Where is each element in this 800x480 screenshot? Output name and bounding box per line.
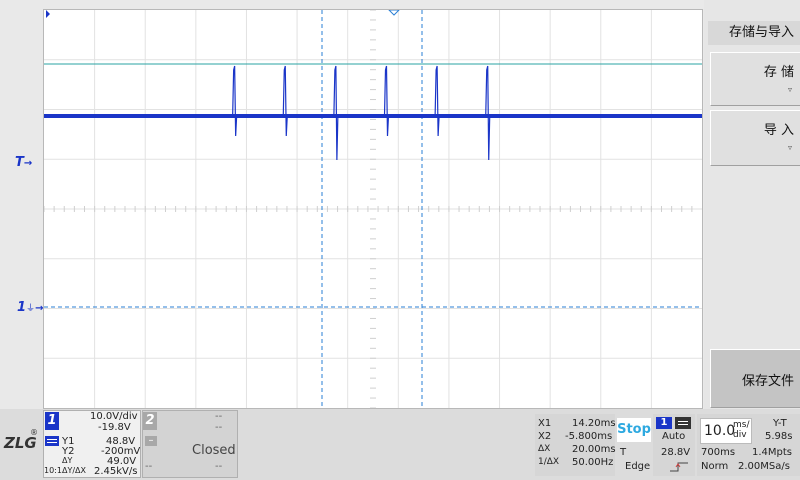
ch1-pulse (434, 65, 440, 137)
trigger-type[interactable]: Edge (625, 461, 650, 472)
ch1-offset-label: 1 (17, 300, 27, 315)
ch1-pulse (333, 65, 339, 161)
horizontal-position[interactable]: 5.98s (765, 431, 792, 442)
chevron-down-icon: ▿ (787, 143, 792, 152)
display-mode[interactable]: Y-T (773, 418, 787, 429)
ch2-status: Closed (192, 443, 236, 458)
save-label: 存 储 (763, 65, 794, 80)
timebase-value: 10.0 (704, 423, 736, 439)
ch1-offset-marker[interactable]: 1⏚→ (17, 300, 43, 315)
memory-depth: 1.4Mpts (752, 447, 793, 458)
dy-label: ΔY (62, 456, 73, 465)
trigger-level-label: T (620, 447, 627, 458)
inv-dx-value: 50.00Hz (572, 457, 614, 468)
ground-icon: ⏚ (26, 304, 36, 314)
waveform-svg (44, 10, 702, 408)
acquisition-mode[interactable]: Norm (701, 461, 728, 472)
x2-label: X2 (538, 431, 552, 442)
x1-value: 14.20ms (572, 418, 616, 429)
timebase-unit-top: ms/ (733, 420, 750, 430)
dc-coupling-icon[interactable] (45, 436, 59, 446)
dydx-label: ΔY/ΔX (62, 466, 87, 475)
oscilloscope-screen: T→ 1⏚→ 存储与导入 存 储 ▿ 导 入 ▿ 保存文件 ZLG ® 1 10… (0, 0, 800, 480)
ch1-pulses (232, 65, 491, 161)
ch1-pulse (282, 65, 288, 137)
trigger-level-label: T (15, 155, 24, 170)
timebase-unit-bottom: div (733, 430, 747, 440)
ch2-coupling-icon[interactable]: – (145, 436, 157, 446)
timebase-scale[interactable]: 10.0 ms/ div (700, 418, 752, 444)
menu-title: 存储与导入 (708, 21, 800, 45)
trigger-source-badge[interactable]: 1 (656, 417, 672, 429)
import-button[interactable]: 导 入 ▿ (710, 110, 800, 166)
trigger-position-marker[interactable] (388, 10, 400, 16)
waveform-plot[interactable] (43, 9, 703, 409)
import-label: 导 入 (763, 123, 794, 138)
dx-label: ΔX (538, 444, 551, 454)
sample-rate: 2.00MSa/s (738, 461, 790, 472)
ch1-pulse (485, 65, 491, 161)
trigger-mode[interactable]: Auto (662, 431, 685, 442)
probe-ratio: 10:1 (44, 466, 62, 475)
ch1-pulse (383, 65, 390, 137)
registered-mark: ® (30, 428, 38, 437)
rising-edge-icon (670, 462, 688, 472)
ch2-dash-right: -- (215, 461, 223, 472)
chevron-down-icon: ▿ (787, 85, 792, 94)
x2-value: -5.800ms (565, 431, 613, 442)
save-file-button[interactable]: 保存文件 (710, 349, 800, 408)
ch2-offset: -- (215, 422, 223, 433)
save-button[interactable]: 存 储 ▿ (710, 52, 800, 106)
ch1-scale[interactable]: 10.0V/div (90, 411, 138, 422)
ch2-badge[interactable]: 2 (143, 412, 157, 430)
inv-dx-label: 1/ΔX (538, 457, 560, 467)
ch2-scale: -- (215, 411, 223, 422)
trigger-level-marker[interactable]: T→ (15, 155, 32, 170)
left-scroll-marker[interactable] (46, 10, 50, 18)
ch2-dash-left: -- (145, 461, 153, 472)
dc-coupling-icon (675, 417, 691, 429)
dx-value: 20.00ms (572, 444, 616, 455)
run-stop-button[interactable]: Stop (617, 418, 651, 442)
ch1-offset[interactable]: -19.8V (98, 422, 131, 433)
time-window: 700ms (701, 447, 736, 458)
save-file-label: 保存文件 (741, 374, 794, 389)
trigger-level-value[interactable]: 28.8V (661, 447, 690, 458)
dydx-value: 2.45kV/s (94, 466, 138, 477)
x1-label: X1 (538, 418, 552, 429)
plot-grid (44, 10, 702, 408)
ch1-pulse (232, 65, 238, 137)
ch1-badge[interactable]: 1 (45, 412, 59, 430)
